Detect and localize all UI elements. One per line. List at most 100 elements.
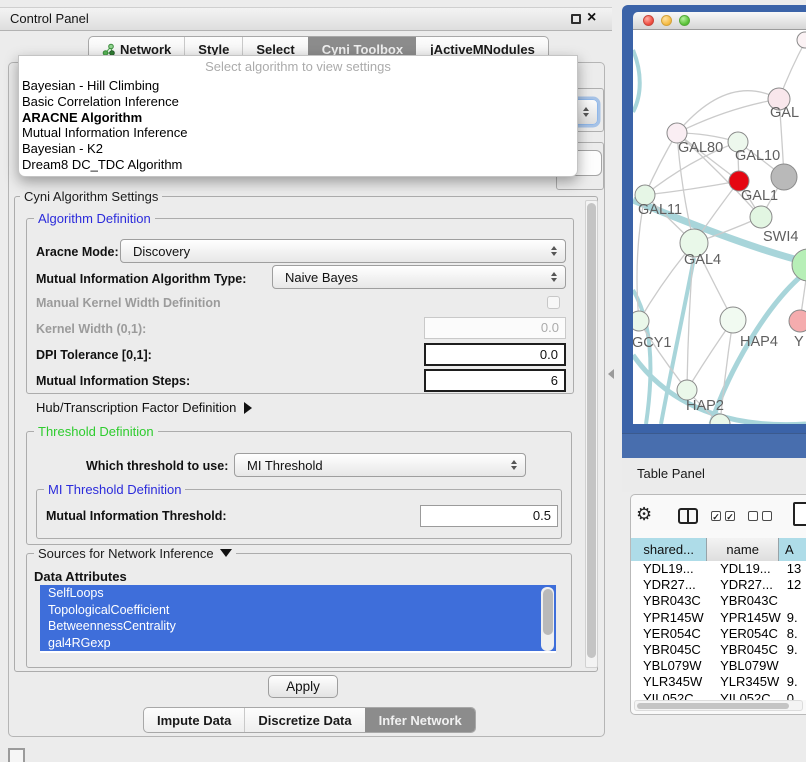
float-panel-icon[interactable] xyxy=(571,14,581,24)
algorithm-definition-title: Algorithm Definition xyxy=(34,211,155,226)
attributes-scrollbar[interactable] xyxy=(541,587,554,651)
mi-algorithm-type-label: Mutual Information Algorithm Type: xyxy=(36,272,246,286)
network-view[interactable]: GALGAL80GAL10GAL1GAL11SWI4GAL4GCY1HAP4YH… xyxy=(633,30,806,424)
sources-title: Sources for Network Inference xyxy=(38,546,214,561)
table-settings-gear-icon[interactable]: ⚙ xyxy=(636,504,652,524)
column-header-shared[interactable]: shared... xyxy=(631,538,707,561)
algorithm-option-bayesian-hill-climbing[interactable]: Bayesian - Hill Climbing xyxy=(21,78,575,94)
column-header-a[interactable]: A xyxy=(779,538,806,561)
algorithm-option-bayesian-k2[interactable]: Bayesian - K2 xyxy=(21,141,575,157)
network-edge[interactable] xyxy=(645,181,739,195)
algorithm-option-mutual-information-inference[interactable]: Mutual Information Inference xyxy=(21,125,575,141)
expanded-arrow-icon xyxy=(220,549,232,557)
aracne-mode-select[interactable]: Discovery xyxy=(120,239,566,263)
mi-algorithm-type-select[interactable]: Naive Bayes xyxy=(272,265,566,289)
network-node[interactable] xyxy=(771,164,797,190)
data-attributes-list[interactable]: SelfLoopsTopologicalCoefficientBetweenne… xyxy=(40,585,556,653)
node-label-gal4: GAL4 xyxy=(684,252,721,268)
docked-panel-icon[interactable] xyxy=(8,748,25,762)
close-panel-icon[interactable]: × xyxy=(587,6,596,30)
table-header[interactable]: shared...nameA xyxy=(631,538,806,561)
table-cell: YPR145W xyxy=(712,610,785,626)
deselect-all-checkbox-icon[interactable] xyxy=(748,511,758,521)
mi-steps-input[interactable]: 6 xyxy=(424,369,566,392)
table-row[interactable]: YBL079WYBL079W xyxy=(631,658,806,674)
minimize-window-icon[interactable] xyxy=(661,15,672,26)
table-row[interactable]: YBR045CYBR045C9. xyxy=(631,642,806,658)
network-window-bottom xyxy=(622,433,806,458)
table-cell: 9. xyxy=(785,674,806,690)
network-edge[interactable] xyxy=(633,50,640,112)
table-cell: YBR045C xyxy=(712,642,785,658)
algorithm-option-aracne-algorithm[interactable]: ARACNE Algorithm xyxy=(21,110,575,126)
algorithm-option-dream8-dc-tdc-algorithm[interactable]: Dream8 DC_TDC Algorithm xyxy=(21,157,575,173)
attribute-item-gal4rgexp[interactable]: gal4RGexp xyxy=(40,635,556,652)
attribute-item-selfloops[interactable]: SelfLoops xyxy=(40,585,556,602)
algorithm-option-basic-correlation-inference[interactable]: Basic Correlation Inference xyxy=(21,94,575,110)
table-cell xyxy=(785,593,806,609)
column-header-name[interactable]: name xyxy=(707,538,779,561)
network-node[interactable] xyxy=(750,206,772,228)
node-label-y: Y xyxy=(794,334,804,350)
manual-kernel-width-checkbox[interactable] xyxy=(547,296,560,309)
table-cell: YDL19... xyxy=(631,561,712,577)
zoom-window-icon[interactable] xyxy=(679,15,690,26)
table-row[interactable]: YPR145WYPR145W9. xyxy=(631,610,806,626)
which-threshold-value: MI Threshold xyxy=(247,458,323,473)
node-label-gal: GAL xyxy=(770,105,799,121)
network-node[interactable] xyxy=(789,310,806,332)
app-canvas: Control Panel × NetworkStyleSelectCyni T… xyxy=(0,0,806,762)
table-cell: YBR045C xyxy=(631,642,712,658)
select-all-checkbox-icon[interactable]: ✓ xyxy=(725,511,735,521)
network-window-titlebar[interactable] xyxy=(633,12,806,30)
stepper-icon xyxy=(551,272,557,282)
close-window-icon[interactable] xyxy=(643,15,654,26)
table-cell: YBR043C xyxy=(631,593,712,609)
stepper-icon xyxy=(583,107,589,117)
sources-toggle[interactable]: Sources for Network Inference xyxy=(34,546,236,561)
panel-splitter-icon[interactable] xyxy=(608,369,614,379)
network-node[interactable] xyxy=(797,32,806,48)
split-panel-icon[interactable] xyxy=(678,508,698,524)
table-hscrollbar[interactable] xyxy=(634,700,803,711)
hub-definition-toggle[interactable]: Hub/Transcription Factor Definition xyxy=(36,400,252,415)
network-node[interactable] xyxy=(633,311,649,331)
tab-discretize-data[interactable]: Discretize Data xyxy=(244,708,364,732)
apply-button[interactable]: Apply xyxy=(268,675,338,698)
node-label-swi4: SWI4 xyxy=(763,229,798,245)
hub-definition-label: Hub/Transcription Factor Definition xyxy=(36,400,236,415)
table-cell: YBL079W xyxy=(631,658,712,674)
aracne-mode-value: Discovery xyxy=(133,244,190,259)
table-row[interactable]: YER054CYER054C8. xyxy=(631,626,806,642)
export-table-icon[interactable] xyxy=(793,502,806,526)
node-label-gal11: GAL11 xyxy=(638,202,682,218)
mi-threshold-title: MI Threshold Definition xyxy=(44,482,185,497)
table-cell: YDR27... xyxy=(712,577,785,593)
table-row[interactable]: YLR345WYLR345W9. xyxy=(631,674,806,690)
table-body[interactable]: YDL19...YDL19...13YDR27...YDR27...12YBR0… xyxy=(631,561,806,700)
deselect-all-checkbox-icon[interactable] xyxy=(762,511,772,521)
settings-scrollbar[interactable] xyxy=(585,200,598,668)
network-node[interactable] xyxy=(720,307,746,333)
attribute-item-betweennesscentrality[interactable]: BetweennessCentrality xyxy=(40,618,556,635)
network-node[interactable] xyxy=(677,380,697,400)
table-row[interactable]: YIL052CYIL052C0. xyxy=(631,691,806,701)
tab-impute-data[interactable]: Impute Data xyxy=(144,708,244,732)
network-node[interactable] xyxy=(792,249,806,281)
tab-label: Impute Data xyxy=(157,713,231,728)
table-row[interactable]: YDR27...YDR27...12 xyxy=(631,577,806,593)
mi-threshold-input[interactable]: 0.5 xyxy=(420,505,558,527)
attribute-item-topologicalcoefficient[interactable]: TopologicalCoefficient xyxy=(40,602,556,619)
table-cell: 12 xyxy=(785,577,806,593)
table-row[interactable]: YDL19...YDL19...13 xyxy=(631,561,806,577)
dpi-tolerance-input[interactable]: 0.0 xyxy=(424,343,566,366)
bottom-tab-bar: Impute Data Discretize DataInfer Network xyxy=(143,707,476,733)
which-threshold-select[interactable]: MI Threshold xyxy=(234,453,526,477)
select-all-checkbox-icon[interactable]: ✓ xyxy=(711,511,721,521)
stepper-icon xyxy=(551,246,557,256)
table-cell: YBL079W xyxy=(712,658,785,674)
table-row[interactable]: YBR043CYBR043C xyxy=(631,593,806,609)
kernel-width-input[interactable]: 0.0 xyxy=(424,317,566,339)
tab-infer-network[interactable]: Infer Network xyxy=(365,708,475,732)
table-cell: YDL19... xyxy=(712,561,785,577)
